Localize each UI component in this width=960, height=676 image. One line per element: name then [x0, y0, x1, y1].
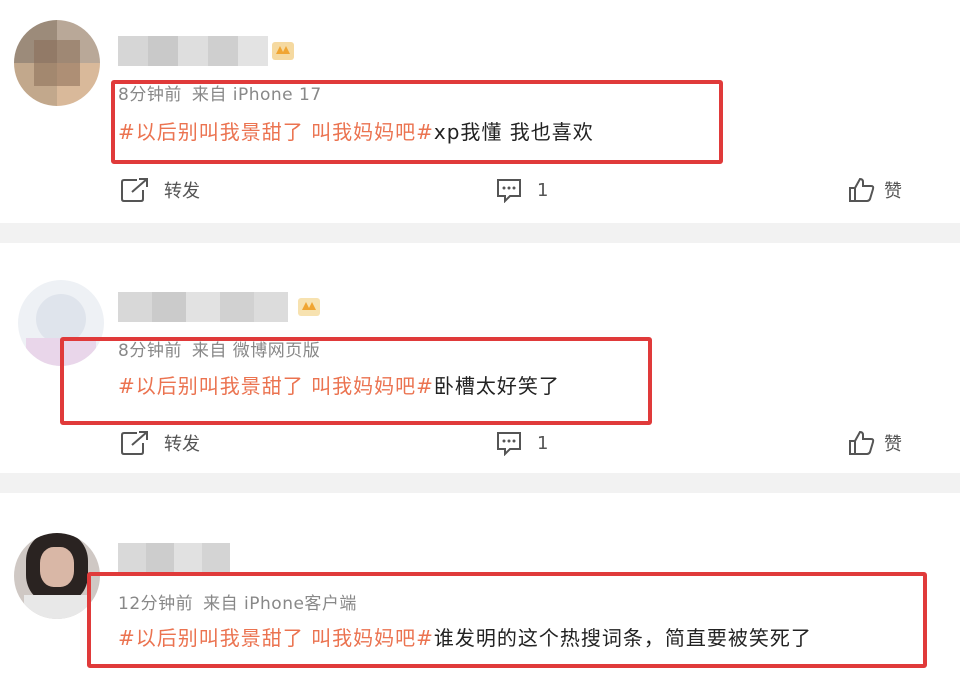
vip-badge-icon	[298, 298, 320, 316]
highlight-box	[111, 80, 723, 164]
avatar[interactable]	[14, 20, 100, 106]
like-icon	[849, 177, 875, 202]
repost-label: 转发	[164, 434, 200, 455]
repost-icon	[121, 178, 148, 202]
like-button[interactable]: 赞	[848, 430, 902, 456]
comment-count: 1	[537, 179, 549, 201]
repost-label: 转发	[164, 181, 200, 202]
vip-badge-icon	[272, 42, 294, 60]
comment-button[interactable]: 1	[495, 430, 548, 456]
like-label: 赞	[884, 434, 902, 455]
like-button[interactable]: 赞	[848, 177, 902, 203]
highlight-box	[60, 337, 652, 425]
repost-button[interactable]: 转发	[120, 430, 200, 456]
username-blurred[interactable]	[118, 543, 230, 573]
like-icon	[849, 430, 875, 455]
username-blurred[interactable]	[118, 36, 268, 66]
comment-button[interactable]: 1	[495, 177, 548, 203]
repost-button[interactable]: 转发	[120, 177, 200, 203]
comment-icon	[497, 179, 521, 203]
comment-count: 1	[537, 432, 549, 454]
like-label: 赞	[884, 181, 902, 202]
comment-icon	[497, 432, 521, 456]
comment-feed: 8分钟前 来自 iPhone 17 #以后别叫我景甜了 叫我妈妈吧#xp我懂 我也…	[0, 0, 960, 676]
highlight-box	[87, 572, 927, 668]
repost-icon	[121, 431, 148, 455]
username-blurred[interactable]	[118, 292, 288, 322]
